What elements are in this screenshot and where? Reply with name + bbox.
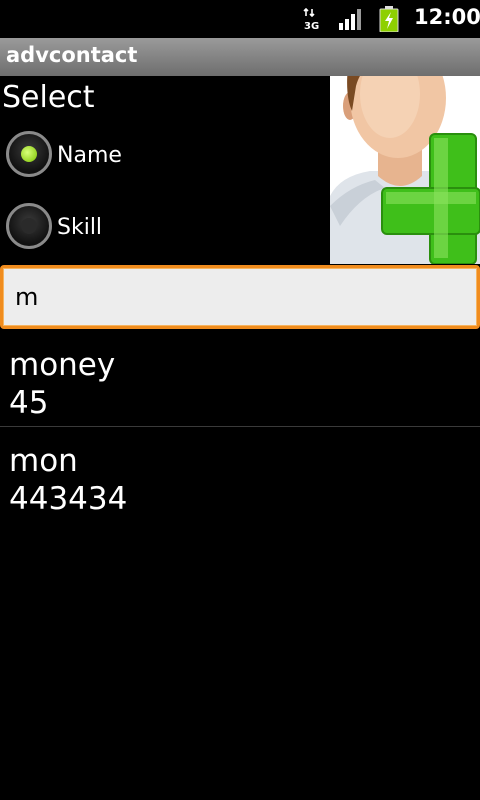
list-item[interactable]: mon 443434: [0, 427, 480, 523]
list-item[interactable]: money 45: [0, 331, 480, 427]
name-radio-label[interactable]: Name: [57, 143, 122, 168]
result-value: 45: [9, 385, 49, 421]
app-title-bar: advcontact: [0, 38, 480, 76]
select-label: Select: [2, 80, 95, 115]
status-clock: 12:00: [414, 5, 480, 29]
skill-radio-button[interactable]: [6, 203, 52, 249]
app-title: advcontact: [6, 43, 138, 67]
result-value: 443434: [9, 481, 128, 517]
radio-dot: [21, 146, 37, 162]
result-name: money: [9, 347, 116, 383]
radio-dot: [21, 218, 37, 234]
battery-charging-icon: [379, 6, 399, 32]
name-radio-button[interactable]: [6, 131, 52, 177]
svg-text:3G: 3G: [304, 21, 319, 30]
results-list: money 45 mon 443434: [0, 331, 480, 523]
status-bar: 3G 12:00: [0, 0, 480, 38]
search-input[interactable]: [15, 278, 465, 316]
3g-network-icon: 3G: [303, 8, 319, 30]
add-contact-button[interactable]: [330, 76, 480, 264]
search-field[interactable]: [0, 265, 480, 329]
signal-strength-icon: [339, 9, 361, 30]
result-name: mon: [9, 443, 78, 479]
skill-radio-label[interactable]: Skill: [57, 215, 102, 240]
add-contact-icon: [330, 76, 480, 264]
